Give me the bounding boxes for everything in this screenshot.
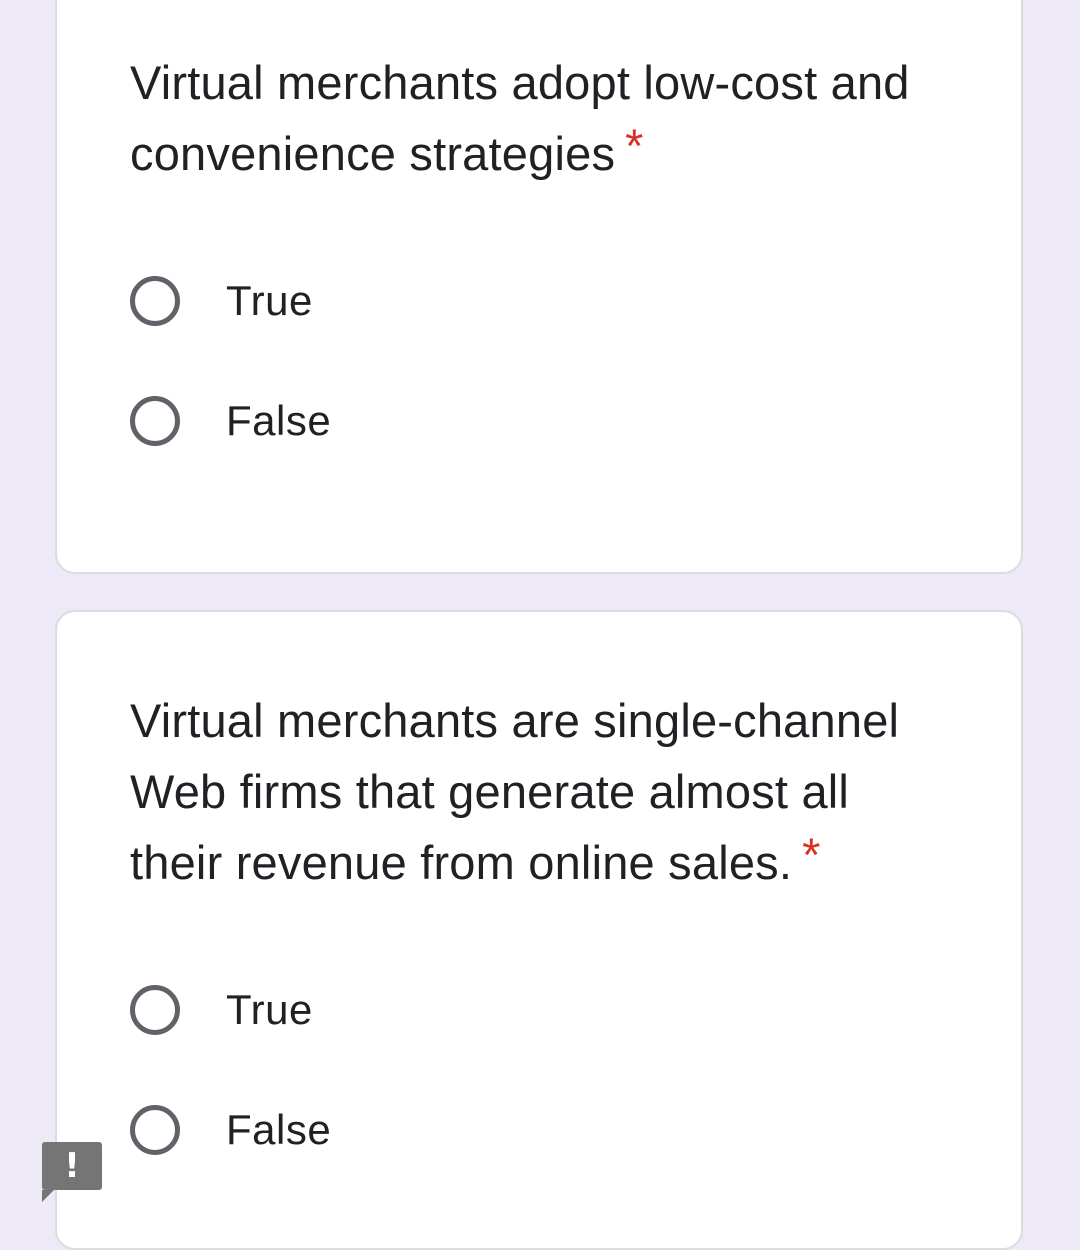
question-text: Virtual merchants adopt low-cost and con… [130,56,910,180]
exclamation-icon: ! [64,1146,80,1186]
option-label: False [226,397,332,444]
question-text: Virtual merchants are single-channel Web… [130,694,900,889]
report-abuse-button[interactable]: ! [42,1142,102,1202]
radio-button-icon[interactable] [130,985,180,1035]
question-card-2: Virtual merchants are single-channel Web… [55,610,1023,1250]
option-false[interactable]: False [130,1098,331,1162]
question-title: Virtual merchants are single-channel Web… [130,685,950,898]
radio-button-icon[interactable] [130,396,180,446]
question-card-1: Virtual merchants adopt low-cost and con… [55,0,1023,574]
required-asterisk: * [625,119,644,172]
option-true[interactable]: True [130,978,313,1042]
option-true[interactable]: True [130,269,313,333]
radio-button-icon[interactable] [130,276,180,326]
required-asterisk: * [802,828,821,881]
option-label: False [226,1106,332,1153]
radio-button-icon[interactable] [130,1105,180,1155]
option-false[interactable]: False [130,389,331,453]
option-label: True [226,277,313,324]
option-label: True [226,986,313,1033]
question-title: Virtual merchants adopt low-cost and con… [130,47,950,189]
